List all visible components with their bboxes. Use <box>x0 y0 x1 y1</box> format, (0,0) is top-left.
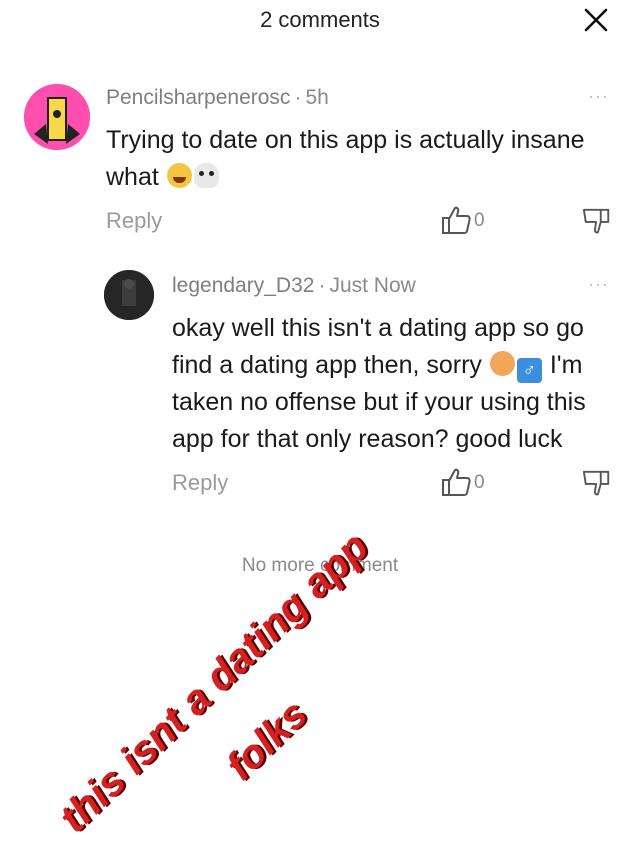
male-sign-icon: ♂ <box>516 358 542 383</box>
like-count: 0 <box>474 472 485 493</box>
comment-line: taken no offense but if your using this <box>172 388 586 416</box>
timestamp: Just Now <box>329 274 416 297</box>
comment-line-text: find a dating app then, sorry <box>172 351 482 379</box>
avatar[interactable] <box>104 270 154 320</box>
comment-line: find a dating app then, sorry ♂ I'm <box>172 347 622 384</box>
person-shrugging-icon <box>489 351 515 376</box>
comment-meta: legendary_D32 · Just Now <box>172 274 416 297</box>
comment-text: okay well this isn't a dating app so go … <box>172 310 622 458</box>
more-options-icon[interactable]: ··· <box>588 274 609 295</box>
username[interactable]: legendary_D32 <box>172 274 314 297</box>
avatar-image <box>104 270 154 320</box>
overlay-caption-line-2: folks <box>218 692 316 789</box>
comment-line: app for that only reason? good luck <box>172 425 563 453</box>
reply-button[interactable]: Reply <box>172 470 228 496</box>
thumbs-up-icon[interactable] <box>440 466 472 498</box>
comment-line: okay well this isn't a dating app so go <box>172 314 584 342</box>
reply-comment-item: legendary_D32 · Just Now ··· okay well thi… <box>0 0 640 520</box>
thumbs-down-icon[interactable] <box>582 468 612 498</box>
comment-line-text: I'm <box>549 351 583 379</box>
